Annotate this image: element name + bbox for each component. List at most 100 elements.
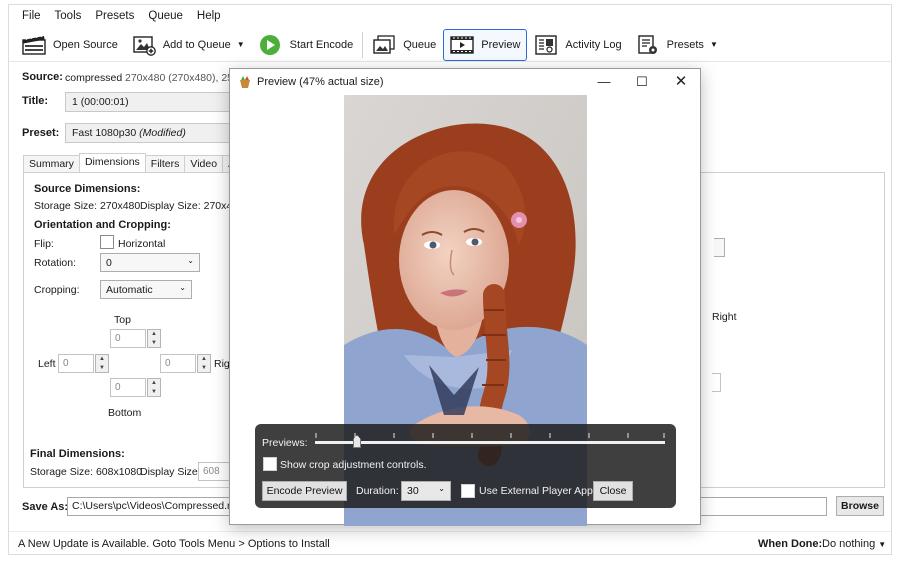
- crop-top-input[interactable]: 0 ▲ ▼: [110, 329, 161, 348]
- spin-arrows-icon[interactable]: ▲ ▼: [197, 354, 211, 373]
- queue-label: Queue: [403, 38, 437, 51]
- cropping-select[interactable]: Automatic ⌄: [100, 280, 192, 299]
- rotation-value: 0: [106, 257, 112, 269]
- duration-label: Duration:: [356, 485, 399, 497]
- close-preview-button[interactable]: Close: [593, 481, 633, 501]
- tab-dimensions[interactable]: Dimensions: [78, 153, 146, 172]
- film-play-icon: [450, 34, 474, 56]
- start-encode-button[interactable]: Start Encode: [252, 29, 361, 61]
- crop-right-label: Rig: [214, 358, 230, 370]
- activity-log-icon: [534, 34, 558, 56]
- minimize-icon[interactable]: —: [590, 73, 618, 91]
- final-dimensions-heading: Final Dimensions:: [30, 448, 125, 460]
- tab-video[interactable]: Video: [184, 155, 224, 172]
- browse-button[interactable]: Browse: [836, 496, 884, 516]
- flip-horizontal-checkbox[interactable]: [100, 235, 114, 249]
- maximize-icon[interactable]: ☐: [628, 73, 656, 91]
- save-as-path: C:\Users\pc\Videos\Compressed.mp4: [72, 500, 248, 512]
- crop-left-label: Left: [38, 358, 56, 370]
- add-to-queue-button[interactable]: Add to Queue ▼: [125, 29, 252, 61]
- presets-button[interactable]: Presets ▼: [629, 29, 725, 61]
- tab-summary[interactable]: Summary: [23, 155, 80, 172]
- spin-arrows-icon[interactable]: ▲ ▼: [147, 329, 161, 348]
- title-select[interactable]: 1 (00:00:01): [65, 92, 235, 112]
- menu-help[interactable]: Help: [190, 10, 228, 22]
- duration-value: 30: [407, 485, 419, 497]
- when-done-value: Do nothing: [822, 538, 876, 550]
- chevron-down-icon: ⌄: [438, 484, 445, 493]
- menu-file[interactable]: File: [15, 10, 48, 22]
- title-value: 1 (00:00:01): [72, 96, 129, 108]
- final-display-size-label: Display Size:: [140, 466, 201, 478]
- flip-label: Flip:: [34, 238, 54, 250]
- padding-spin-edge[interactable]: [712, 373, 721, 392]
- duration-select[interactable]: 30 ⌄: [401, 481, 451, 501]
- crop-right-input[interactable]: 0 ▲ ▼: [160, 354, 211, 373]
- preview-controls-overlay: Previews: Show crop adjustment controls.…: [255, 424, 676, 508]
- crop-bottom-input[interactable]: 0 ▲ ▼: [110, 378, 161, 397]
- horizontal-label: Horizontal: [118, 238, 166, 250]
- orientation-heading: Orientation and Cropping:: [34, 219, 171, 231]
- when-done-label: When Done:: [758, 538, 823, 550]
- chevron-down-icon[interactable]: ▼: [710, 40, 718, 49]
- activity-log-button[interactable]: Activity Log: [527, 29, 628, 61]
- settings-tabs: Summary Dimensions Filters Video Aud: [23, 153, 253, 172]
- final-storage-size: Storage Size: 608x1080: [30, 466, 143, 478]
- show-crop-controls-checkbox[interactable]: [263, 457, 277, 471]
- tab-filters[interactable]: Filters: [144, 155, 186, 172]
- queue-images-icon: [372, 34, 396, 56]
- toolbar: Open Source Add to Queue ▼ Start Encode …: [9, 28, 891, 62]
- final-display-size-value: 608: [203, 466, 220, 477]
- menu-queue[interactable]: Queue: [141, 10, 190, 22]
- add-to-queue-label: Add to Queue: [162, 38, 231, 51]
- spin-arrows-icon[interactable]: ▲ ▼: [95, 354, 109, 373]
- padding-right-label: Right: [712, 311, 737, 323]
- chevron-down-icon[interactable]: ▼: [237, 40, 245, 49]
- storage-size-text: Storage Size: 270x480: [34, 200, 141, 212]
- preset-modified: (Modified): [139, 127, 186, 139]
- film-clapper-icon: [22, 34, 46, 56]
- crop-left-input[interactable]: 0 ▲ ▼: [58, 354, 109, 373]
- previews-slider[interactable]: [315, 441, 665, 444]
- menu-presets[interactable]: Presets: [88, 10, 141, 22]
- update-message[interactable]: A New Update is Available. Goto Tools Me…: [18, 538, 330, 550]
- preview-window-title: Preview (47% actual size): [257, 76, 384, 88]
- status-bar: A New Update is Available. Goto Tools Me…: [9, 531, 891, 556]
- spin-arrows-icon[interactable]: ▲ ▼: [147, 378, 161, 397]
- preset-select[interactable]: Fast 1080p30 (Modified): [65, 123, 235, 143]
- chevron-down-icon: ⌄: [187, 256, 194, 265]
- cropping-value: Automatic: [106, 284, 153, 296]
- crop-left-value: 0: [63, 358, 69, 369]
- chevron-down-icon: ▼: [878, 540, 887, 549]
- open-source-label: Open Source: [53, 38, 118, 51]
- start-encode-label: Start Encode: [289, 38, 354, 51]
- menu-bar: File Tools Presets Queue Help: [9, 5, 891, 27]
- preview-label: Preview: [481, 38, 521, 51]
- crop-top-value: 0: [115, 333, 121, 344]
- previews-label: Previews:: [262, 437, 308, 449]
- save-as-label: Save As:: [22, 501, 69, 513]
- rotation-select[interactable]: 0 ⌄: [100, 253, 200, 272]
- use-external-player-label: Use External Player App: [479, 485, 593, 497]
- rotation-label: Rotation:: [34, 257, 77, 269]
- queue-button[interactable]: Queue: [365, 29, 443, 61]
- open-source-button[interactable]: Open Source: [15, 29, 125, 61]
- activity-log-label: Activity Log: [565, 38, 622, 51]
- crop-bottom-label: Bottom: [108, 407, 142, 419]
- anamorphic-select-edge[interactable]: [714, 238, 725, 257]
- toolbar-divider: [362, 31, 364, 58]
- menu-tools[interactable]: Tools: [48, 10, 89, 22]
- cropping-label: Cropping:: [34, 284, 80, 296]
- when-done-select[interactable]: Do nothing ▼: [822, 538, 886, 550]
- source-label: Source:: [22, 71, 63, 83]
- encode-preview-button[interactable]: Encode Preview: [262, 481, 347, 501]
- close-icon[interactable]: ✕: [667, 73, 695, 91]
- presets-gear-icon: [636, 34, 660, 56]
- presets-label: Presets: [666, 38, 704, 51]
- chevron-down-icon: ⌄: [179, 283, 186, 292]
- use-external-player-checkbox[interactable]: [461, 484, 475, 498]
- preview-button[interactable]: Preview: [443, 28, 528, 61]
- add-image-icon: [132, 34, 156, 56]
- crop-bottom-value: 0: [115, 382, 121, 393]
- preset-label: Preset:: [22, 127, 60, 139]
